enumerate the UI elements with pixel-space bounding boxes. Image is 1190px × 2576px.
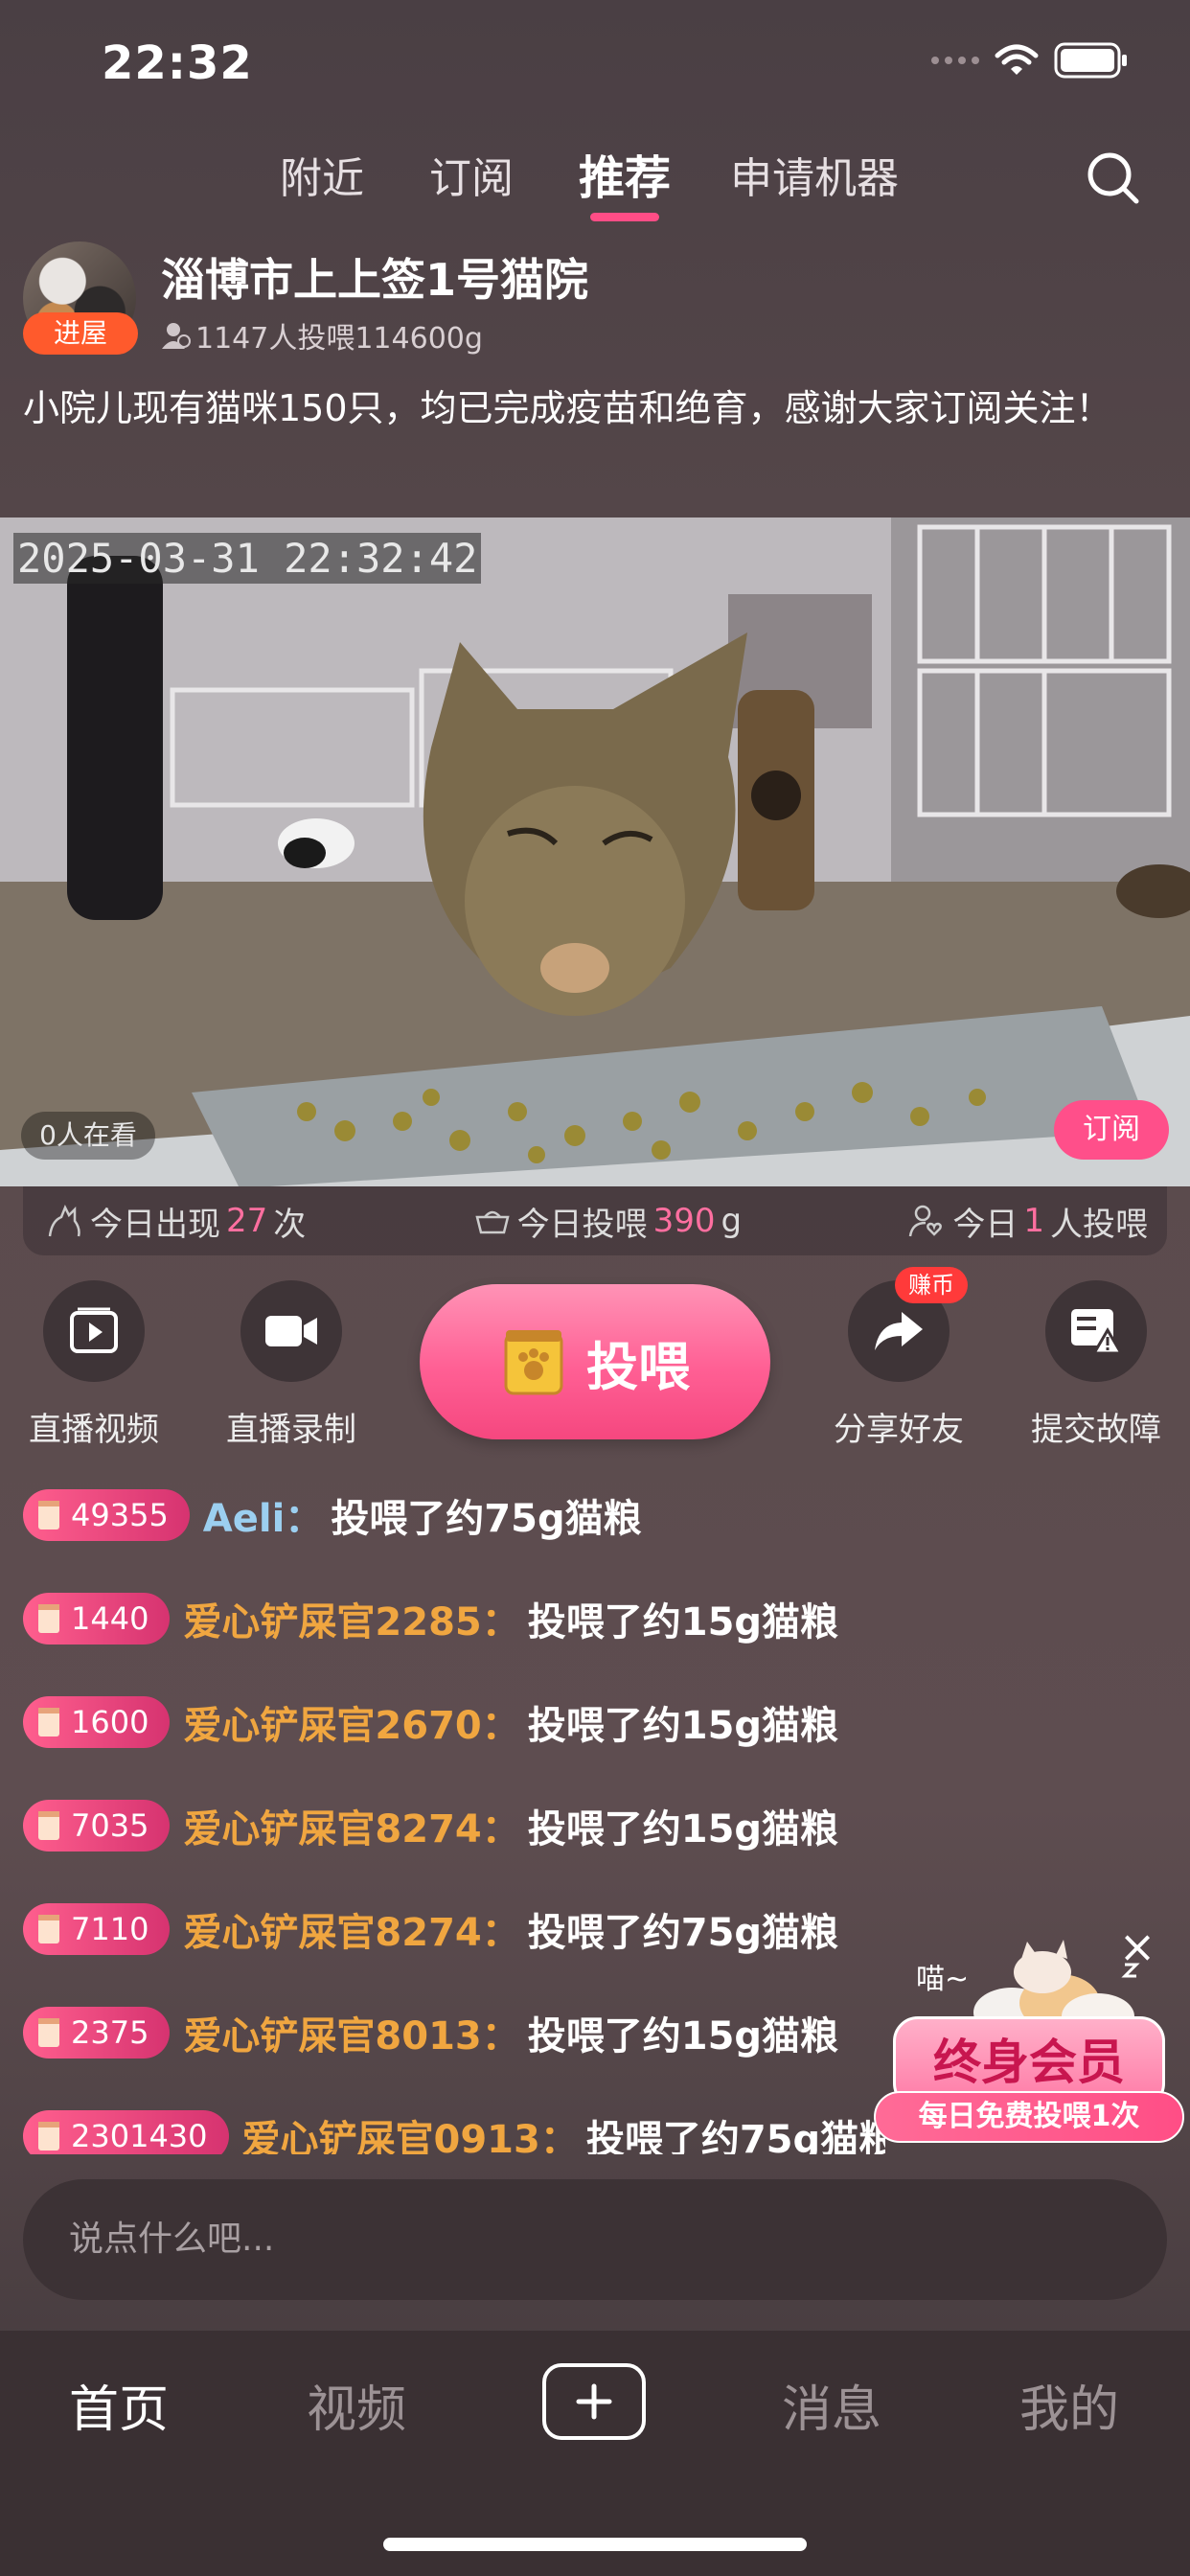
feed-count-badge: 2301430 [23, 2110, 229, 2154]
nav-video[interactable]: 视频 [307, 2369, 406, 2441]
feed-username: 爱心铲屎官8013： [183, 2014, 520, 2058]
food-bag-icon [38, 1501, 59, 1530]
battery-icon [1054, 42, 1127, 79]
cattery-feed-stats: 1147人投喂114600g [161, 314, 483, 356]
food-bag-icon [38, 2018, 59, 2047]
feed-username: Aeli： [202, 1497, 324, 1541]
status-time: 22:32 [102, 36, 253, 90]
feed-username: 爱心铲屎官2285： [183, 1600, 520, 1644]
promo-subtitle: 每日免费投喂1次 [874, 2091, 1184, 2143]
feed-message: 投喂了约15g猫粮 [527, 1600, 839, 1644]
feed-message: 投喂了约75g猫粮 [585, 2118, 885, 2154]
live-video-label: 直播视频 [29, 1411, 159, 1449]
tab-recommended[interactable]: 推荐 [579, 140, 671, 207]
today-appearances: 今日出现 27 次 [46, 1198, 306, 1245]
plus-icon [576, 2383, 612, 2420]
share-arrow-icon [875, 1312, 923, 1350]
live-video[interactable]: 2025-03-31 22:32:42 0人在看 订阅 [0, 518, 1190, 1186]
play-video-icon [70, 1307, 118, 1353]
today-fed-amount: 今日投喂 390 g [473, 1198, 742, 1245]
feeders-count: 1 [1023, 1202, 1044, 1240]
food-bag-icon [38, 2122, 59, 2150]
live-record-label: 直播录制 [226, 1411, 356, 1449]
report-fault-label: 提交故障 [1031, 1411, 1161, 1449]
feed-message: 投喂了约15g猫粮 [527, 1704, 839, 1748]
cat-food-bag-icon [504, 1330, 563, 1395]
promo-meow: 喵~ [916, 1963, 970, 1996]
video-camera-icon [265, 1316, 317, 1346]
tab-subscribed[interactable]: 订阅 [429, 144, 514, 205]
food-bag-icon [38, 1708, 59, 1736]
report-warning-icon [1071, 1309, 1123, 1355]
users-icon [162, 323, 191, 349]
food-bag-icon [38, 1811, 59, 1840]
today-stats-bar: 今日出现 27 次 今日投喂 390 g 今日 1 人投喂 [23, 1186, 1167, 1255]
nav-messages[interactable]: 消息 [782, 2369, 881, 2441]
feed-count-badge: 1600 [23, 1696, 171, 1748]
earn-coins-badge: 赚币 [895, 1267, 968, 1303]
active-tab-indicator [590, 213, 659, 221]
feed-message: 投喂了约15g猫粮 [527, 2014, 839, 2058]
feed-record-row: 1600 爱心铲屎官2670： 投喂了约15g猫粮 [23, 1692, 838, 1752]
live-video-button[interactable]: 直播视频 [8, 1280, 180, 1450]
nav-add-button[interactable] [542, 2363, 646, 2440]
feed-button[interactable]: 投喂 [420, 1284, 770, 1439]
enter-room-button[interactable]: 进屋 [23, 312, 138, 355]
cattery-description: 小院儿现有猫咪150只，均已完成疫苗和绝育，感谢大家订阅关注！ [23, 387, 1112, 429]
search-button[interactable] [1081, 146, 1148, 213]
feed-count-badge: 1440 [23, 1593, 171, 1644]
feed-record-row: 49355 Aeli： 投喂了约75g猫粮 [23, 1485, 642, 1545]
feed-amount: 390 [652, 1202, 716, 1240]
appear-count: 27 [226, 1202, 268, 1240]
feed-record-row: 1440 爱心铲屎官2285： 投喂了约15g猫粮 [23, 1589, 838, 1648]
signal-icon [931, 57, 979, 64]
wifi-icon [995, 44, 1039, 75]
today-feeders: 今日 1 人投喂 [908, 1198, 1148, 1245]
cat-icon [48, 1204, 80, 1237]
feed-button-label: 投喂 [586, 1336, 690, 1397]
feed-count-badge: 49355 [23, 1489, 190, 1541]
share-button[interactable]: 分享好友 [812, 1280, 985, 1450]
food-bag-icon [38, 1604, 59, 1633]
live-record-button[interactable]: 直播录制 [205, 1280, 378, 1450]
feed-record-row: 7035 爱心铲屎官8274： 投喂了约15g猫粮 [23, 1796, 838, 1855]
feed-count-badge: 7035 [23, 1800, 171, 1852]
nav-home[interactable]: 首页 [69, 2369, 169, 2441]
search-icon [1087, 152, 1139, 204]
comment-input[interactable]: 说点什么吧... [23, 2179, 1167, 2300]
live-camera-feed [0, 518, 1190, 1186]
status-icons [931, 42, 1129, 79]
share-label: 分享好友 [834, 1411, 964, 1449]
video-timestamp: 2025-03-31 22:32:42 [13, 533, 482, 584]
feed-record-row: 2375 爱心铲屎官8013： 投喂了约15g猫粮 [23, 2003, 838, 2062]
cattery-title: 淄博市上上签1号猫院 [161, 254, 589, 306]
close-icon: × [1118, 1920, 1156, 1972]
feed-stats-text: 1147人投喂114600g [195, 322, 483, 356]
promo-close-button[interactable]: × [1111, 1920, 1163, 1972]
top-tabs: 附近 订阅 推荐 申请机器 [0, 144, 1190, 220]
nav-me[interactable]: 我的 [1019, 2369, 1119, 2441]
feed-record-list: 49355 Aeli： 投喂了约75g猫粮 1440 爱心铲屎官2285： 投喂… [23, 1485, 885, 2154]
feed-record-row: 2301430 爱心铲屎官0913： 投喂了约75g猫粮 [23, 2106, 885, 2154]
user-heart-icon [909, 1205, 943, 1237]
feed-message: 投喂了约15g猫粮 [527, 1807, 839, 1852]
subscribe-button[interactable]: 订阅 [1054, 1100, 1169, 1160]
feed-username: 爱心铲屎官8274： [183, 1807, 520, 1852]
bowl-icon [474, 1210, 510, 1234]
feed-username: 爱心铲屎官8274： [183, 1911, 520, 1955]
feed-count-badge: 7110 [23, 1903, 171, 1955]
viewer-count: 0人在看 [21, 1112, 155, 1160]
tab-apply-machine[interactable]: 申请机器 [730, 144, 899, 205]
feed-record-row: 7110 爱心铲屎官8274： 投喂了约75g猫粮 [23, 1899, 838, 1959]
food-bag-icon [38, 1915, 59, 1944]
feed-message: 投喂了约75g猫粮 [331, 1497, 642, 1541]
report-fault-button[interactable]: 提交故障 [1010, 1280, 1182, 1450]
home-indicator [383, 2538, 807, 2551]
feed-count-badge: 2375 [23, 2007, 171, 2058]
feed-username: 爱心铲屎官2670： [183, 1704, 520, 1748]
tab-nearby[interactable]: 附近 [280, 144, 364, 205]
feed-username: 爱心铲屎官0913： [241, 2118, 579, 2154]
feed-message: 投喂了约75g猫粮 [527, 1911, 839, 1955]
